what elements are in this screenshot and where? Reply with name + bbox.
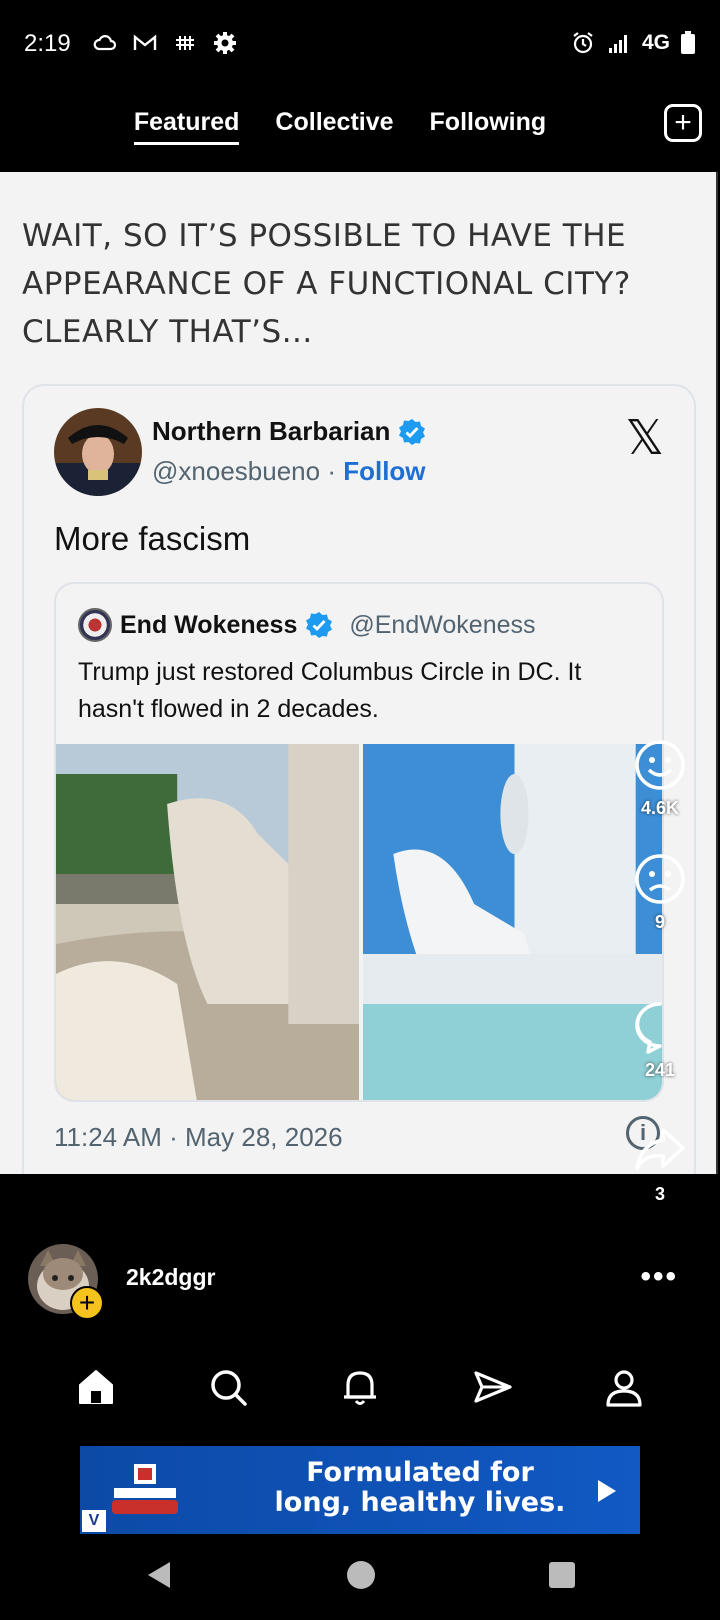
tweet-handle-row: @xnoesbueno · Follow [152, 456, 426, 487]
bottom-nav [0, 1365, 720, 1425]
profile-icon[interactable] [602, 1365, 646, 1409]
tweet-author-avatar[interactable] [54, 408, 142, 496]
feed-tabs: Featured Collective Following [0, 108, 720, 145]
recents-icon[interactable] [548, 1561, 576, 1589]
ad-badge: V [82, 1510, 106, 1532]
like-count: 4.6K [640, 798, 680, 818]
separator: · [327, 456, 336, 486]
gmail-icon [133, 34, 157, 50]
quoted-tweet-images [56, 744, 662, 1100]
back-icon[interactable] [146, 1560, 172, 1590]
share-count: 3 [654, 1184, 665, 1204]
verified-icon [306, 612, 333, 638]
tweet-handle[interactable]: @xnoesbueno [152, 456, 320, 486]
search-icon[interactable] [206, 1365, 250, 1409]
fountain-after-image[interactable] [363, 744, 662, 1100]
top-nav: Featured Collective Following + [0, 90, 720, 170]
home-circle-icon[interactable] [346, 1560, 376, 1590]
post-content[interactable]: WAIT, SO IT’S POSSIBLE TO HAVE THE APPEA… [0, 172, 718, 1174]
frown-icon [635, 854, 685, 904]
post-caption: WAIT, SO IT’S POSSIBLE TO HAVE THE APPEA… [22, 218, 631, 350]
status-icons-right: 4G [570, 30, 696, 56]
ad-text: Formulated for long, healthy lives. [270, 1458, 570, 1518]
tweet-card[interactable]: Northern Barbarian @xnoesbueno · Follow … [22, 384, 696, 1174]
poster-username[interactable]: 2k2dggr [126, 1264, 215, 1291]
quoted-author-handle: @EndWokeness [349, 610, 536, 639]
like-action[interactable]: 4.6K [630, 738, 690, 819]
follow-plus-button[interactable]: + [70, 1286, 104, 1320]
bell-icon[interactable] [338, 1365, 382, 1409]
fountain-before-image[interactable] [56, 744, 359, 1100]
bridge-icon [176, 36, 194, 50]
ad-play-icon [598, 1480, 616, 1502]
tweet-author-name[interactable]: Northern Barbarian [152, 416, 426, 447]
tab-featured[interactable]: Featured [133, 108, 239, 145]
more-options-button[interactable]: ••• [640, 1260, 678, 1294]
add-post-button[interactable]: + [664, 104, 702, 142]
alarm-icon [573, 32, 593, 54]
tab-following[interactable]: Following [430, 108, 547, 143]
home-icon[interactable] [74, 1365, 118, 1409]
status-bar: 2:19 4G [0, 0, 720, 90]
ad-banner[interactable]: Formulated for long, healthy lives. V [80, 1446, 640, 1534]
system-nav-bar [0, 1550, 720, 1610]
quoted-author-name: End Wokeness [120, 610, 298, 639]
follow-button[interactable]: Follow [343, 456, 425, 486]
tweet-timestamp: 11:24 AM · May 28, 2026 [54, 1122, 343, 1152]
tweet-text: More fascism [54, 520, 251, 557]
comment-icon [635, 1002, 662, 1054]
x-logo-icon[interactable]: 𝕏 [625, 410, 664, 466]
tab-collective[interactable]: Collective [275, 108, 393, 143]
comment-count: 241 [644, 1060, 676, 1080]
cloud-icon [93, 35, 117, 51]
poster-row: + 2k2dggr ••• [0, 1240, 720, 1330]
comment-action[interactable]: 241 [630, 1000, 690, 1081]
share-icon [635, 1128, 685, 1170]
share-action[interactable]: 3 [630, 1124, 690, 1205]
status-time: 2:19 [24, 30, 71, 57]
quoted-tweet-header: End Wokeness @EndWokeness [78, 608, 536, 642]
quoted-author-avatar [78, 608, 112, 642]
verified-icon [399, 418, 426, 445]
dislike-count: 9 [654, 912, 665, 932]
signal-icon [608, 35, 627, 53]
dislike-action[interactable]: 9 [630, 852, 690, 933]
status-icons-left [92, 30, 238, 56]
tweet-author-name-text: Northern Barbarian [152, 416, 391, 446]
ad-text-line-2: long, healthy lives. [274, 1487, 566, 1518]
hills-logo-icon [112, 1464, 178, 1514]
battery-icon [681, 31, 695, 54]
settings-icon [214, 32, 236, 54]
send-icon[interactable] [470, 1365, 514, 1409]
network-label: 4G [641, 31, 670, 54]
plus-square-icon: + [674, 106, 692, 139]
quoted-tweet[interactable]: End Wokeness @EndWokeness Trump just res… [54, 582, 664, 1102]
smile-icon [635, 740, 685, 790]
ad-text-line-1: Formulated for [306, 1457, 534, 1488]
quoted-tweet-text: Trump just restored Columbus Circle in D… [78, 658, 582, 723]
